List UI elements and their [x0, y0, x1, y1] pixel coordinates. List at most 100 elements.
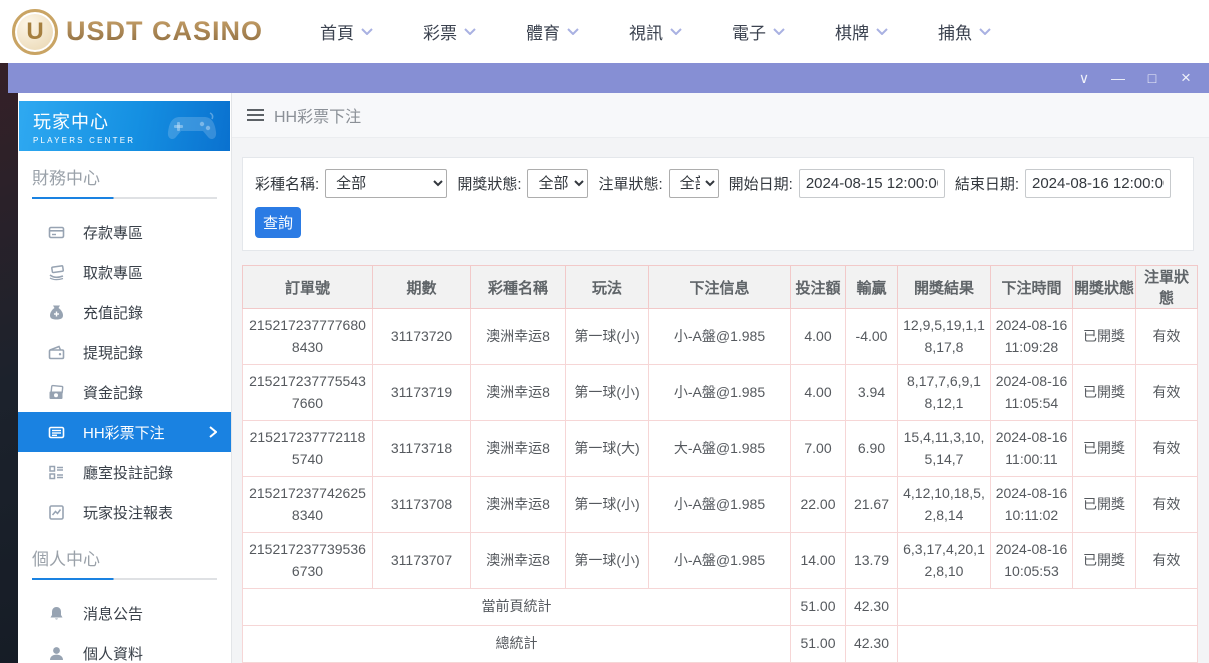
order-id-cell: 2152172377426258340 — [243, 477, 373, 533]
summary-empty-cell — [898, 626, 1198, 663]
sidebar-item-deposit[interactable]: 存款專區 — [18, 212, 231, 252]
window-minimize-button[interactable]: — — [1105, 63, 1131, 93]
cash-icon — [48, 384, 65, 401]
sidebar-item-room-bet-records[interactable]: 廳室投註記錄 — [18, 452, 231, 492]
window-maximize-button[interactable]: □ — [1139, 63, 1165, 93]
play-type-cell: 第一球(小) — [566, 365, 649, 421]
page-header: HH彩票下注 — [232, 93, 1209, 138]
nav-item-sports[interactable]: 體育 — [526, 19, 579, 44]
bet-time-cell: 2024-08-16 11:05:54 — [991, 365, 1073, 421]
lottery-name-select[interactable]: 全部 — [325, 169, 447, 198]
play-type-cell: 第一球(小) — [566, 477, 649, 533]
window-close-button[interactable]: × — [1173, 63, 1199, 93]
start-date-input[interactable] — [799, 169, 945, 198]
sidebar-item-label: 玩家投注報表 — [83, 502, 173, 523]
order-id-cell: 2152172377776808430 — [243, 309, 373, 365]
nav-item-lottery[interactable]: 彩票 — [423, 19, 476, 44]
draw-status-select[interactable]: 全部 — [527, 169, 588, 198]
section-underline — [32, 578, 217, 580]
main-nav: 首頁 彩票 體育 視訊 電子 棋牌 捕魚 — [320, 19, 1041, 44]
nav-item-live[interactable]: 視訊 — [629, 19, 682, 44]
order-status-cell: 有效 — [1136, 477, 1198, 533]
sidebar-item-hh-lottery-bets[interactable]: HH彩票下注 — [18, 412, 231, 452]
section-personal-center: 個人中心 — [32, 545, 217, 570]
bell-icon — [48, 605, 65, 622]
draw-status-cell: 已開獎 — [1073, 309, 1136, 365]
sidebar-item-label: 提現記錄 — [83, 342, 143, 363]
bet-info-cell: 小-A盤@1.985 — [649, 365, 791, 421]
sidebar-item-withdraw[interactable]: 取款專區 — [18, 252, 231, 292]
summary-label: 總統計 — [243, 626, 791, 663]
period-cell: 31173719 — [373, 365, 471, 421]
sidebar: 玩家中心 PLAYERS CENTER 財務中心 存款專區 — [18, 93, 232, 663]
chevron-down-icon — [773, 28, 785, 35]
window-titlebar: ∨ — □ × — [8, 63, 1209, 93]
moneybag-icon — [48, 304, 65, 321]
lottery-ticket-icon — [48, 424, 65, 441]
sidebar-item-label: 廳室投註記錄 — [83, 462, 173, 483]
sidebar-item-label: 存款專區 — [83, 222, 143, 243]
players-center-header: 玩家中心 PLAYERS CENTER — [19, 101, 230, 151]
winloss-cell: 3.94 — [846, 365, 898, 421]
header-bet-info: 下注信息 — [649, 266, 791, 309]
header-order-id: 訂單號 — [243, 266, 373, 309]
header-bet-time: 下注時間 — [991, 266, 1073, 309]
nav-item-home[interactable]: 首頁 — [320, 19, 373, 44]
order-status-label: 注單狀態: — [598, 173, 662, 194]
summary-winloss-total: 42.30 — [846, 589, 898, 626]
period-cell: 31173708 — [373, 477, 471, 533]
period-cell: 31173707 — [373, 533, 471, 589]
section-finance-center: 財務中心 — [32, 164, 217, 189]
table-row: 2152172377776808430 31173720 澳洲幸运8 第一球(小… — [243, 309, 1198, 365]
order-status-cell: 有效 — [1136, 309, 1198, 365]
play-type-cell: 第一球(大) — [566, 421, 649, 477]
draw-result-cell: 6,3,17,4,20,12,8,10 — [898, 533, 991, 589]
chevron-down-icon — [979, 28, 991, 35]
start-date-label: 開始日期: — [729, 173, 793, 194]
winloss-cell: 13.79 — [846, 533, 898, 589]
window-collapse-button[interactable]: ∨ — [1071, 63, 1097, 93]
brand-logo[interactable]: U USDT CASINO — [12, 9, 263, 55]
brand-name: USDT CASINO — [66, 16, 263, 47]
sidebar-item-profile[interactable]: 個人資料 — [18, 633, 231, 663]
nav-item-slots[interactable]: 電子 — [732, 19, 785, 44]
draw-status-label: 開獎狀態: — [457, 173, 521, 194]
main-panel: HH彩票下注 彩種名稱: 全部 開獎狀態: 全部 注單狀態: 全部 開始日期: … — [232, 93, 1209, 663]
bet-info-cell: 小-A盤@1.985 — [649, 477, 791, 533]
section-underline — [32, 197, 217, 199]
sidebar-item-label: 個人資料 — [83, 643, 143, 663]
nav-item-fishing[interactable]: 捕魚 — [938, 19, 991, 44]
period-cell: 31173718 — [373, 421, 471, 477]
nav-item-cards[interactable]: 棋牌 — [835, 19, 888, 44]
lottery-name-cell: 澳洲幸运8 — [471, 365, 566, 421]
end-date-input[interactable] — [1025, 169, 1171, 198]
sidebar-item-announcements[interactable]: 消息公告 — [18, 593, 231, 633]
table-row: 2152172377755437660 31173719 澳洲幸运8 第一球(小… — [243, 365, 1198, 421]
draw-result-cell: 8,17,7,6,9,18,12,1 — [898, 365, 991, 421]
summary-label: 當前頁統計 — [243, 589, 791, 626]
deposit-card-icon — [48, 224, 65, 241]
order-status-cell: 有效 — [1136, 421, 1198, 477]
chevron-down-icon — [464, 28, 476, 35]
grand-total-summary-row: 總統計 51.00 42.30 — [243, 626, 1198, 663]
page-title: HH彩票下注 — [274, 103, 361, 127]
hamburger-menu-icon[interactable] — [247, 106, 264, 124]
sidebar-item-player-bet-report[interactable]: 玩家投注報表 — [18, 492, 231, 532]
header-winloss: 輸贏 — [846, 266, 898, 309]
sidebar-item-withdrawal-records[interactable]: 提現記錄 — [18, 332, 231, 372]
draw-result-cell: 4,12,10,18,5,2,8,14 — [898, 477, 991, 533]
lottery-name-cell: 澳洲幸运8 — [471, 309, 566, 365]
bet-amount-cell: 22.00 — [791, 477, 846, 533]
end-date-label: 結束日期: — [955, 173, 1019, 194]
nav-item-label: 首頁 — [320, 19, 354, 44]
bets-table-wrap: 訂單號 期數 彩種名稱 玩法 下注信息 投注額 輸贏 開獎結果 下注時間 開獎狀… — [242, 265, 1197, 663]
chevron-right-icon — [209, 426, 217, 438]
sidebar-item-recharge-records[interactable]: 充值記錄 — [18, 292, 231, 332]
sidebar-item-funds-records[interactable]: 資金記錄 — [18, 372, 231, 412]
period-cell: 31173720 — [373, 309, 471, 365]
header-play-type: 玩法 — [566, 266, 649, 309]
order-status-select[interactable]: 全部 — [669, 169, 719, 198]
nav-item-label: 棋牌 — [835, 19, 869, 44]
nav-item-label: 捕魚 — [938, 19, 972, 44]
search-button[interactable]: 查詢 — [255, 207, 301, 238]
